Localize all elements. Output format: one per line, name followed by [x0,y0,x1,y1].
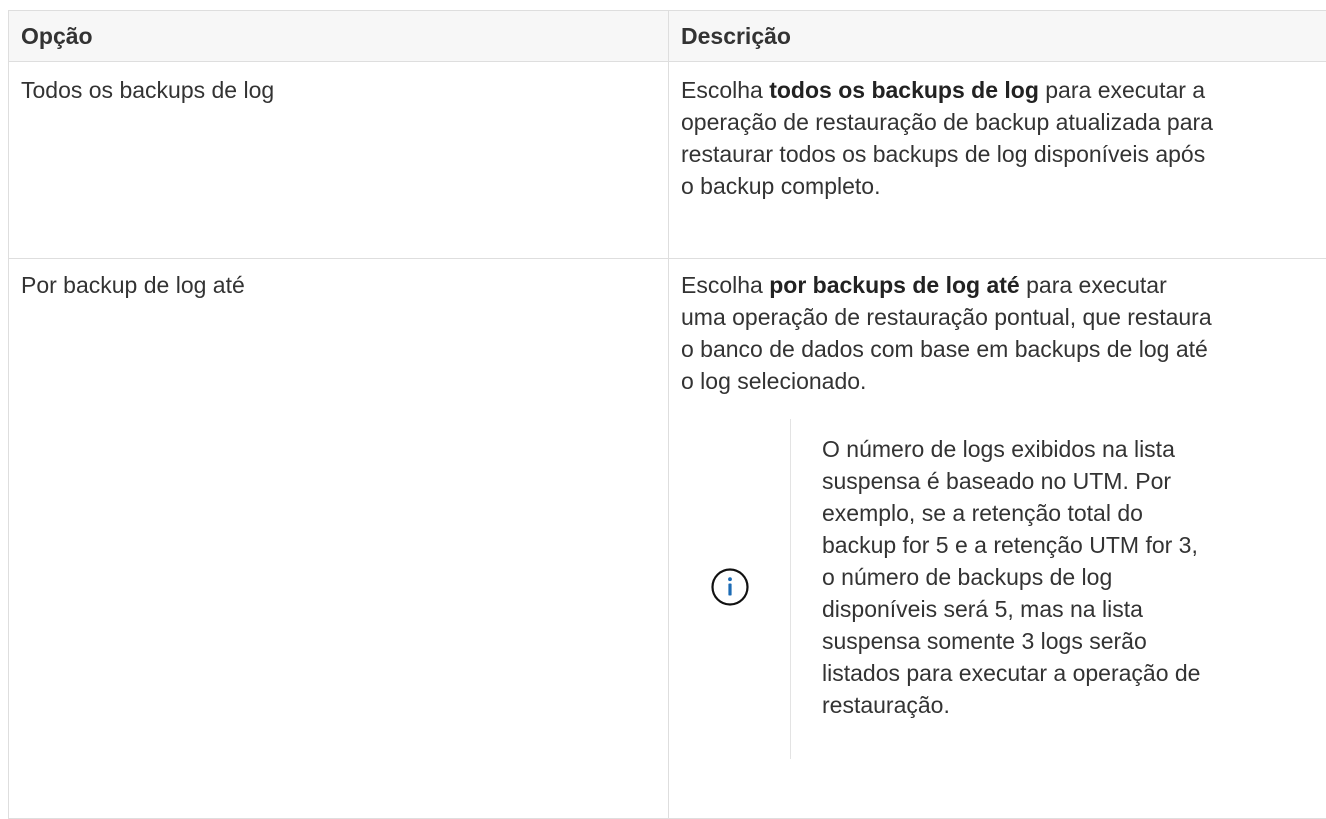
note-line: restauração. [822,689,1302,721]
note-line: o número de backups de log [822,561,1302,593]
description-rest: para executar a [1039,77,1205,103]
info-circle-icon [710,567,750,607]
description-line: operação de restauração de backup atuali… [681,106,1326,138]
option-label: Por backup de log até [21,272,245,298]
note-line: backup for 5 e a retenção UTM for 3, [822,529,1302,561]
option-cell: Todos os backups de log [9,62,669,259]
description-text: Escolha todos os backups de log para exe… [681,74,1326,202]
note-line: disponíveis será 5, mas na lista [822,593,1302,625]
option-cell: Por backup de log até [9,259,669,819]
table-header-row: Opção Descrição [9,11,1326,62]
description-text: Escolha por backups de log até para exec… [681,269,1326,397]
description-line: restaurar todos os backups de log dispon… [681,138,1326,170]
header-description: Descrição [669,11,1326,62]
description-line: o backup completo. [681,170,1326,202]
description-bold-term: por backups de log até [769,272,1020,298]
note-line: suspensa somente 3 logs serão [822,625,1302,657]
note-line: O número de logs exibidos na lista [822,433,1302,465]
table-row: Todos os backups de log Escolha todos os… [9,62,1326,259]
description-cell: Escolha todos os backups de log para exe… [669,62,1326,259]
note-text: O número de logs exibidos na lista suspe… [822,433,1302,721]
description-prefix: Escolha [681,77,769,103]
description-line: o log selecionado. [681,365,1326,397]
note-line: suspensa é baseado no UTM. Por [822,465,1302,497]
description-line: o banco de dados com base em backups de … [681,333,1326,365]
option-label: Todos os backups de log [21,77,274,103]
options-table: Opção Descrição Todos os backups de log … [8,10,1326,819]
description-bold-term: todos os backups de log [769,77,1039,103]
description-cell: Escolha por backups de log até para exec… [669,259,1326,819]
description-prefix: Escolha [681,272,769,298]
description-line: Escolha todos os backups de log para exe… [681,74,1326,106]
table-row: Por backup de log até Escolha por backup… [9,259,1326,819]
description-line: uma operação de restauração pontual, que… [681,301,1326,333]
description-line: Escolha por backups de log até para exec… [681,269,1326,301]
note-line: exemplo, se a retenção total do [822,497,1302,529]
note-line: listados para executar a operação de [822,657,1302,689]
info-note: O número de logs exibidos na lista suspe… [681,419,1326,759]
description-rest: para executar [1020,272,1167,298]
header-option: Opção [9,11,669,62]
note-divider [790,419,791,759]
